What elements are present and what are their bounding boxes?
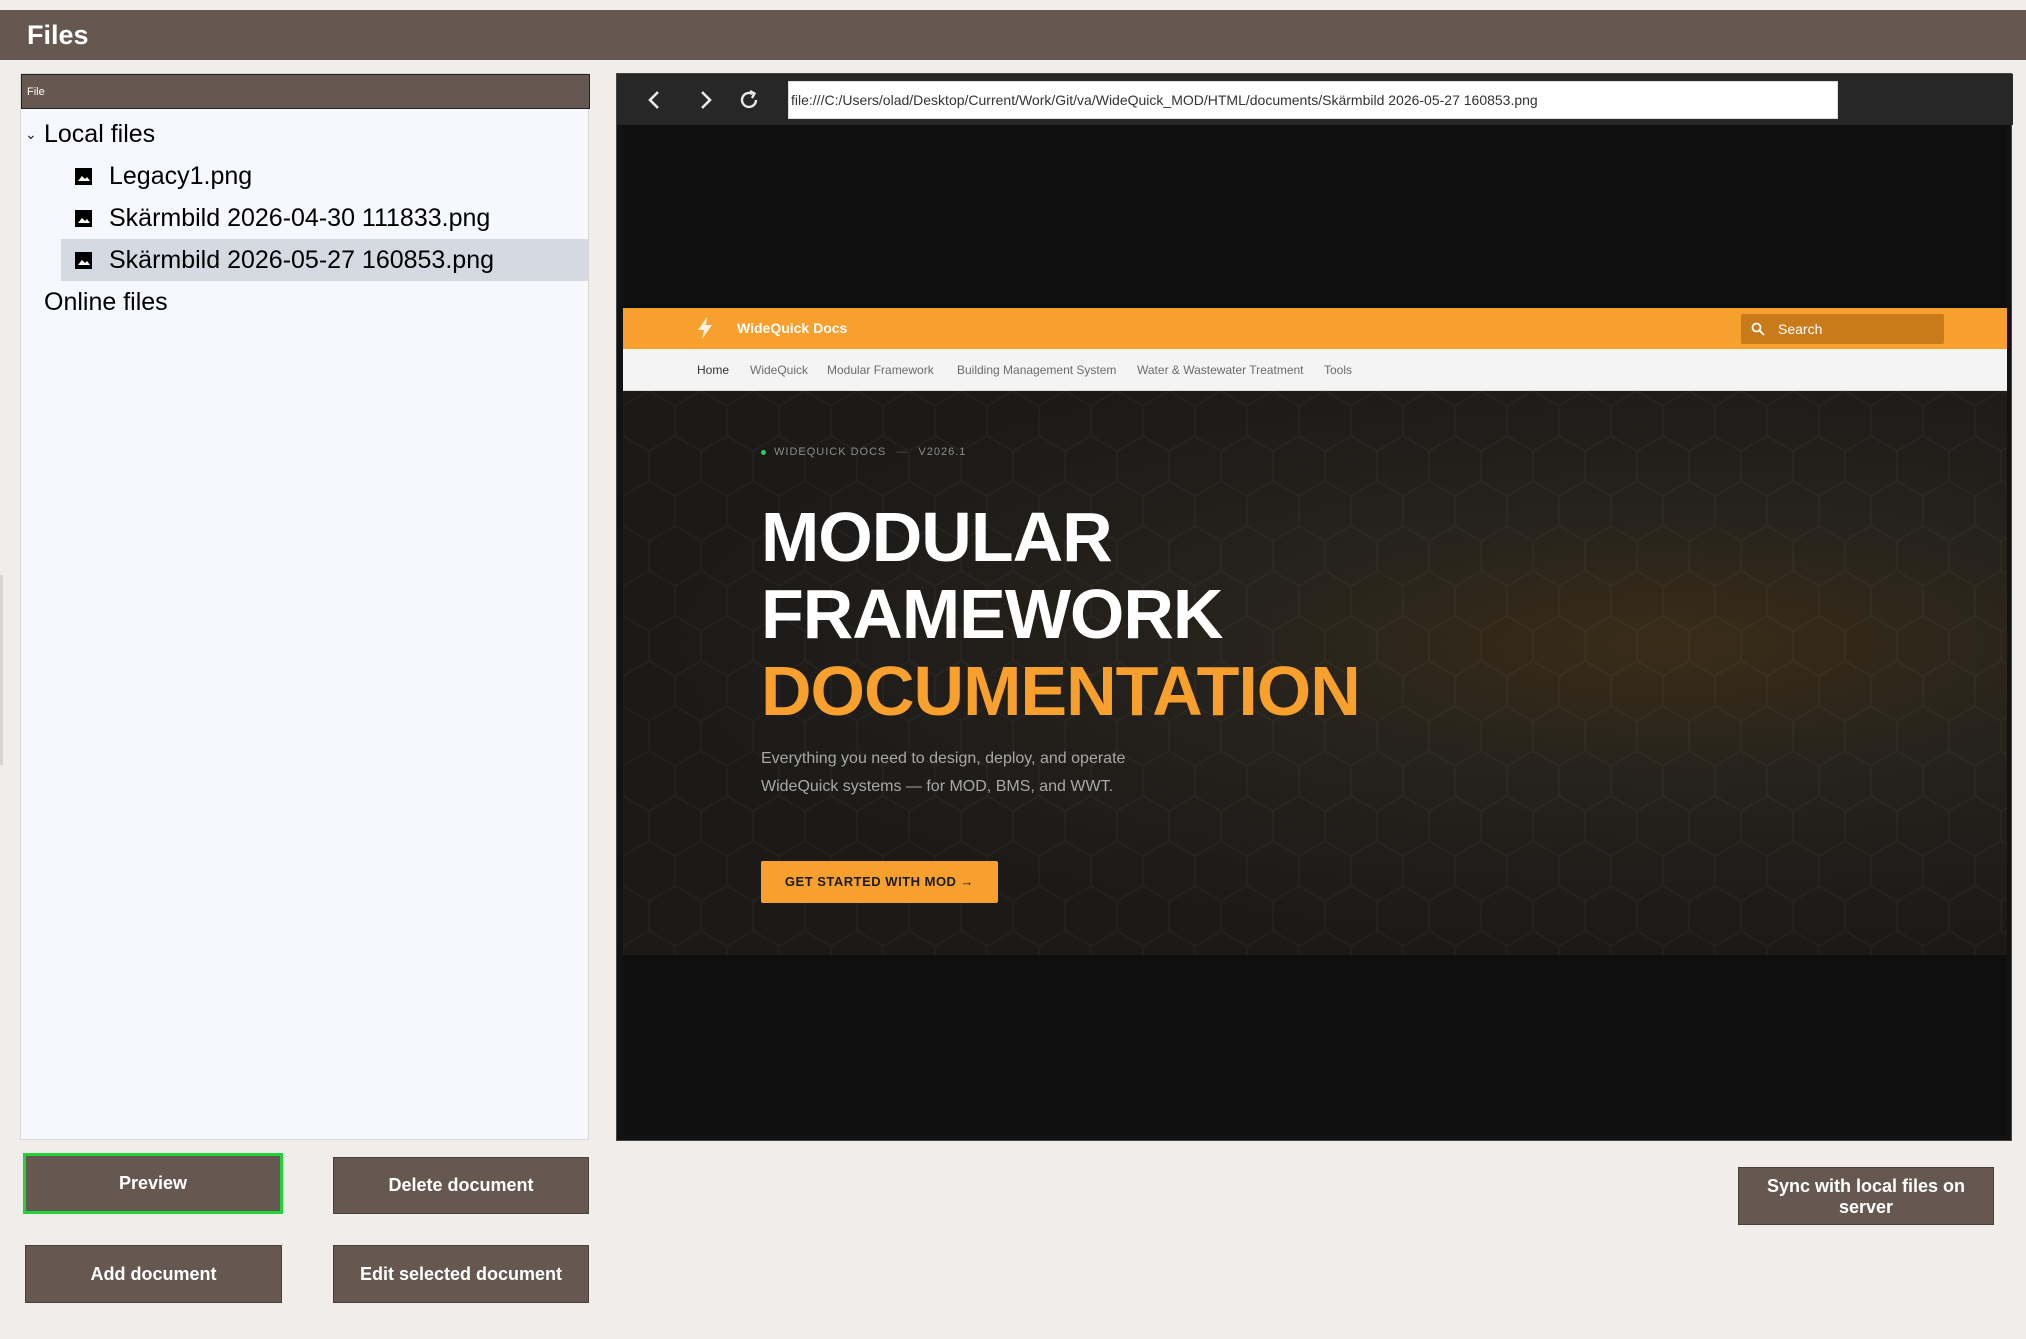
subnav-building-management[interactable]: Building Management System [957, 363, 1116, 377]
status-dot [761, 449, 766, 455]
eyebrow-label: WIDEQUICK DOCS [774, 446, 887, 458]
back-arrow-icon[interactable] [639, 84, 671, 116]
tree-item-file-selected[interactable]: Skärmbild 2026-05-27 160853.png [61, 239, 588, 281]
tree-item-file[interactable]: Skärmbild 2026-04-30 111833.png [61, 197, 588, 239]
site-subnav: Home WideQuick Modular Framework Buildin… [623, 349, 2007, 391]
title-bar: Files [0, 10, 2026, 60]
tree-item-label: Skärmbild 2026-04-30 111833.png [109, 204, 491, 232]
tree-group-local-files[interactable]: ⌄ Local files [21, 113, 588, 155]
tree-group-label: Local files [44, 120, 156, 148]
edit-selected-document-button[interactable]: Edit selected document [333, 1245, 589, 1303]
subnav-home[interactable]: Home [697, 363, 729, 377]
image-file-icon [75, 210, 92, 227]
delete-document-button[interactable]: Delete document [333, 1157, 589, 1214]
subnav-widequick[interactable]: WideQuick [750, 363, 808, 377]
tree-column-header[interactable]: File [21, 74, 590, 109]
tree-item-label: Skärmbild 2026-05-27 160853.png [109, 246, 494, 274]
hero-heading-line-1: MODULAR [761, 498, 1113, 576]
tree-item-file[interactable]: Legacy1.png [61, 155, 588, 197]
hero-heading-line-3: DOCUMENTATION [761, 652, 1361, 730]
hero-heading-line-2: FRAMEWORK [761, 575, 1223, 653]
image-file-icon [75, 252, 92, 269]
tree-item-label: Legacy1.png [109, 162, 253, 190]
subnav-water-wastewater[interactable]: Water & Wastewater Treatment [1137, 363, 1304, 377]
window-title: Files [27, 20, 89, 50]
preview-button[interactable]: Preview [23, 1153, 283, 1214]
sync-local-files-button[interactable]: Sync with local files on server [1738, 1167, 1994, 1225]
add-document-button[interactable]: Add document [25, 1245, 282, 1303]
refresh-icon[interactable] [733, 84, 765, 116]
preview-browser: file:///C:/Users/olad/Desktop/Current/Wo… [616, 73, 2013, 1141]
preview-viewport: WideQuick Docs Search Home WideQuick Mod… [623, 125, 2007, 1136]
site-brand[interactable]: WideQuick Docs [737, 320, 847, 336]
url-bar[interactable]: file:///C:/Users/olad/Desktop/Current/Wo… [788, 81, 1838, 119]
site-search-box[interactable]: Search [1741, 314, 1944, 344]
lightning-logo-icon [698, 317, 712, 339]
subnav-modular-framework[interactable]: Modular Framework [827, 363, 934, 377]
site-search-placeholder: Search [1778, 321, 1823, 337]
search-icon [1751, 322, 1765, 336]
browser-toolbar: file:///C:/Users/olad/Desktop/Current/Wo… [617, 74, 2013, 125]
window-edge [0, 575, 3, 765]
forward-arrow-icon[interactable] [689, 84, 721, 116]
image-file-icon [75, 168, 92, 185]
chevron-down-icon[interactable]: ⌄ [25, 113, 37, 155]
site-hero: WIDEQUICK DOCS — V2026.1 MODULAR FRAMEWORK… [623, 391, 2007, 955]
get-started-button[interactable]: GET STARTED WITH MOD → [761, 861, 998, 903]
tree-group-online-files[interactable]: Online files [21, 281, 588, 323]
hero-eyebrow: WIDEQUICK DOCS — V2026.1 [761, 446, 966, 458]
site-header: WideQuick Docs Search [623, 308, 2007, 349]
subnav-tools[interactable]: Tools [1324, 363, 1352, 377]
tree-group-label: Online files [44, 288, 168, 316]
hero-description: Everything you need to design, deploy, a… [761, 750, 1126, 795]
file-tree-panel: File ⌄ Local files Legacy1.png Skärmbild… [20, 73, 590, 1140]
eyebrow-separator: — [896, 446, 909, 458]
tree-column-header-label: File [27, 86, 45, 98]
files-window: Files File ⌄ Local files Legacy1.png Skä… [0, 0, 2026, 1339]
eyebrow-version: V2026.1 [918, 446, 967, 458]
